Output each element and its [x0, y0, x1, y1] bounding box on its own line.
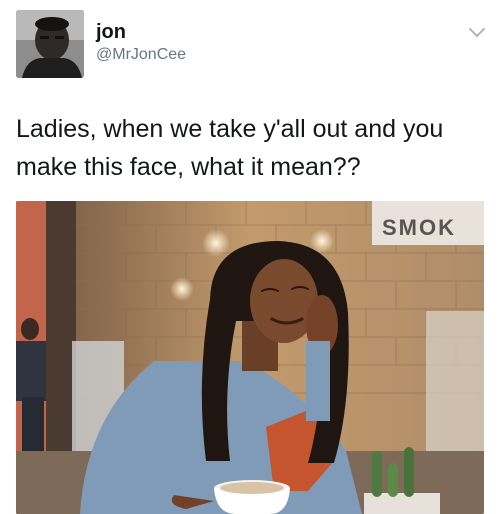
author-handle[interactable]: @MrJonCee: [96, 45, 186, 65]
author-name[interactable]: jon: [96, 20, 126, 44]
tweet-photo[interactable]: SMOK: [16, 201, 484, 514]
wall-sign-text: SMOK: [382, 215, 456, 240]
tweet-card: jon @MrJonCee Ladies, when we take y'all…: [0, 0, 500, 514]
tweet-text: Ladies, when we take y'all out and you m…: [16, 115, 444, 181]
chevron-down-icon[interactable]: [466, 22, 488, 44]
avatar[interactable]: [16, 10, 84, 78]
